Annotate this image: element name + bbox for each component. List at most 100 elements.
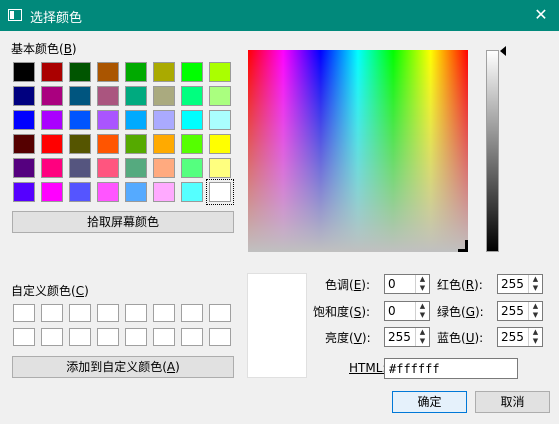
basic-color-swatch[interactable] [153, 86, 175, 106]
blue-up-icon[interactable]: ▲ [529, 328, 542, 337]
custom-color-swatch[interactable] [181, 304, 203, 322]
basic-color-swatch[interactable] [41, 110, 63, 130]
basic-color-swatch[interactable] [209, 158, 231, 178]
hue-input[interactable] [385, 275, 415, 293]
green-spinbox[interactable]: ▲▼ [497, 301, 543, 321]
color-preview [247, 273, 307, 378]
basic-color-swatch[interactable] [125, 182, 147, 202]
hue-spinbox[interactable]: ▲▼ [384, 274, 430, 294]
saturation-input[interactable] [385, 302, 415, 320]
basic-color-swatch[interactable] [125, 110, 147, 130]
value-input[interactable] [385, 328, 415, 346]
blue-down-icon[interactable]: ▼ [529, 337, 542, 346]
basic-color-swatch[interactable] [13, 182, 35, 202]
basic-color-swatch[interactable] [153, 62, 175, 82]
basic-color-swatch[interactable] [41, 134, 63, 154]
blue-input[interactable] [498, 328, 528, 346]
basic-color-swatch[interactable] [125, 86, 147, 106]
custom-color-swatch[interactable] [125, 304, 147, 322]
basic-color-swatch[interactable] [41, 86, 63, 106]
basic-color-swatch[interactable] [153, 134, 175, 154]
cancel-button[interactable]: 取消 [475, 391, 550, 413]
basic-color-swatch[interactable] [181, 134, 203, 154]
pick-screen-color-button[interactable]: 拾取屏幕颜色 [12, 211, 234, 233]
basic-color-swatch[interactable] [181, 86, 203, 106]
green-up-icon[interactable]: ▲ [529, 302, 542, 311]
basic-color-swatch[interactable] [97, 110, 119, 130]
luminance-arrow-icon[interactable] [500, 46, 506, 56]
custom-color-swatch[interactable] [153, 304, 175, 322]
basic-color-swatch[interactable] [41, 158, 63, 178]
basic-color-swatch[interactable] [153, 182, 175, 202]
basic-color-swatch[interactable] [181, 62, 203, 82]
basic-color-swatch[interactable] [69, 62, 91, 82]
custom-color-swatch[interactable] [41, 304, 63, 322]
luminance-slider[interactable] [486, 50, 499, 252]
value-up-icon[interactable]: ▲ [416, 328, 429, 337]
basic-color-swatch[interactable] [209, 134, 231, 154]
basic-color-swatch[interactable] [181, 182, 203, 202]
saturation-spinbox[interactable]: ▲▼ [384, 301, 430, 321]
basic-color-swatch[interactable] [181, 110, 203, 130]
green-down-icon[interactable]: ▼ [529, 311, 542, 320]
basic-color-swatch[interactable] [13, 158, 35, 178]
custom-color-swatch[interactable] [69, 328, 91, 346]
blue-label: 蓝色(U): [437, 331, 484, 345]
red-input[interactable] [498, 275, 528, 293]
custom-color-swatch[interactable] [13, 304, 35, 322]
red-up-icon[interactable]: ▲ [529, 275, 542, 284]
basic-color-swatch[interactable] [97, 158, 119, 178]
basic-color-swatch[interactable] [206, 179, 234, 205]
custom-color-swatch[interactable] [69, 304, 91, 322]
green-input[interactable] [498, 302, 528, 320]
basic-color-swatch[interactable] [13, 110, 35, 130]
saturation-down-icon[interactable]: ▼ [416, 311, 429, 320]
basic-color-swatch[interactable] [41, 62, 63, 82]
basic-color-swatch[interactable] [153, 158, 175, 178]
custom-color-swatch[interactable] [153, 328, 175, 346]
hue-down-icon[interactable]: ▼ [416, 284, 429, 293]
basic-color-swatch[interactable] [13, 134, 35, 154]
color-spectrum[interactable] [248, 50, 468, 252]
basic-color-swatch[interactable] [69, 110, 91, 130]
basic-color-swatch[interactable] [209, 110, 231, 130]
basic-color-swatch[interactable] [153, 110, 175, 130]
ok-button[interactable]: 确定 [392, 391, 467, 413]
html-input[interactable] [384, 358, 518, 379]
custom-color-swatch[interactable] [125, 328, 147, 346]
basic-color-swatch[interactable] [13, 86, 35, 106]
basic-color-swatch[interactable] [69, 86, 91, 106]
basic-color-swatch[interactable] [125, 62, 147, 82]
basic-color-swatch[interactable] [13, 62, 35, 82]
hue-up-icon[interactable]: ▲ [416, 275, 429, 284]
saturation-up-icon[interactable]: ▲ [416, 302, 429, 311]
basic-color-swatch[interactable] [97, 62, 119, 82]
add-to-custom-colors-button[interactable]: 添加到自定义颜色(A) [12, 356, 234, 378]
basic-color-swatch[interactable] [41, 182, 63, 202]
custom-color-swatch[interactable] [97, 304, 119, 322]
basic-color-swatch[interactable] [69, 182, 91, 202]
custom-color-swatch[interactable] [181, 328, 203, 346]
basic-color-swatch[interactable] [69, 158, 91, 178]
value-spinbox[interactable]: ▲▼ [384, 327, 430, 347]
red-down-icon[interactable]: ▼ [529, 284, 542, 293]
value-label: 亮度(V): [325, 331, 371, 345]
basic-color-swatch[interactable] [97, 182, 119, 202]
basic-color-swatch[interactable] [181, 158, 203, 178]
value-down-icon[interactable]: ▼ [416, 337, 429, 346]
close-button[interactable]: ✕ [523, 0, 559, 31]
red-spinbox[interactable]: ▲▼ [497, 274, 543, 294]
custom-color-swatch[interactable] [41, 328, 63, 346]
custom-color-swatch[interactable] [13, 328, 35, 346]
basic-color-swatch[interactable] [69, 134, 91, 154]
basic-color-swatch[interactable] [97, 86, 119, 106]
basic-color-swatch[interactable] [209, 62, 231, 82]
custom-color-swatch[interactable] [97, 328, 119, 346]
basic-color-swatch[interactable] [125, 134, 147, 154]
custom-color-swatch[interactable] [209, 304, 231, 322]
blue-spinbox[interactable]: ▲▼ [497, 327, 543, 347]
basic-color-swatch[interactable] [97, 134, 119, 154]
basic-color-swatch[interactable] [125, 158, 147, 178]
custom-color-swatch[interactable] [209, 328, 231, 346]
basic-color-swatch[interactable] [209, 86, 231, 106]
